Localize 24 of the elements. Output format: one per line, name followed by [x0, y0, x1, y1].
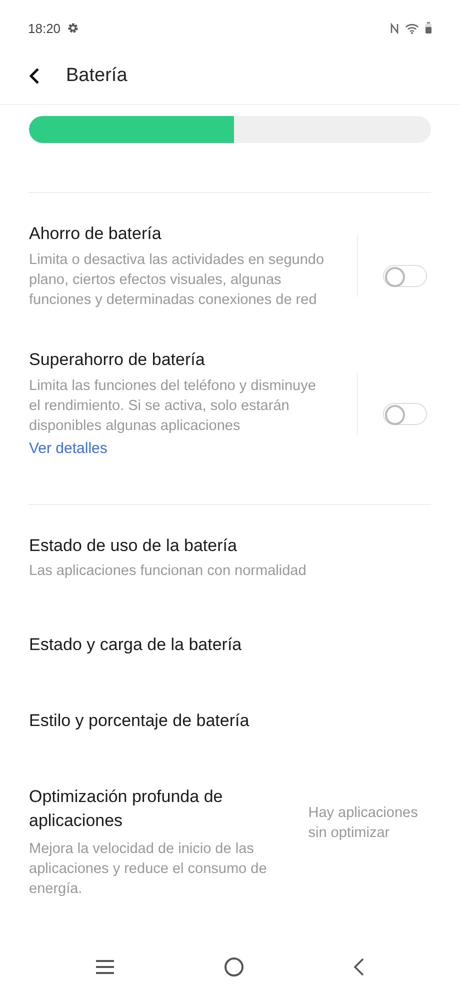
setting-title: Estado de uso de la batería — [29, 535, 237, 557]
setting-title: Estado y carga de la batería — [29, 634, 242, 656]
setting-title: Superahorro de batería — [29, 349, 205, 371]
back-icon[interactable] — [353, 957, 366, 977]
setting-description: Las aplicaciones funcionan con normalidad — [29, 562, 306, 581]
toggle-switch[interactable] — [383, 403, 427, 425]
setting-description: Mejora la velocidad de inicio de las aplicaciones y reduce el consumo de energía. — [29, 840, 268, 899]
back-icon — [28, 67, 40, 85]
setting-title: Ahorro de batería — [29, 223, 162, 245]
toggle-switch[interactable] — [383, 265, 427, 287]
nfc-icon — [390, 22, 399, 34]
setting-description: Limita las funciones del teléfono y disminuye el rendimiento. Si se activa, solo estarán disponibles algunas aplicaciones — [29, 377, 317, 436]
battery-icon — [425, 22, 432, 34]
wifi-icon — [405, 22, 419, 34]
page-title: Batería — [66, 65, 128, 87]
menu-icon[interactable] — [94, 959, 115, 975]
status-time: 18:20 — [28, 20, 61, 36]
details-link[interactable]: Ver detalles — [29, 438, 108, 460]
setting-description: Limita o desactiva las actividades en segundo plano, ciertos efectos visuales, algunas funciones y determinadas conexiones de red — [29, 251, 326, 310]
home-icon[interactable] — [224, 957, 244, 977]
setting-value: Hay aplicaciones sin optimizar — [308, 804, 419, 843]
setting-title: Optimización profunda de aplicaciones — [29, 786, 224, 832]
setting-title: Estilo y porcentaje de batería — [29, 710, 250, 732]
gear-icon — [66, 22, 79, 34]
